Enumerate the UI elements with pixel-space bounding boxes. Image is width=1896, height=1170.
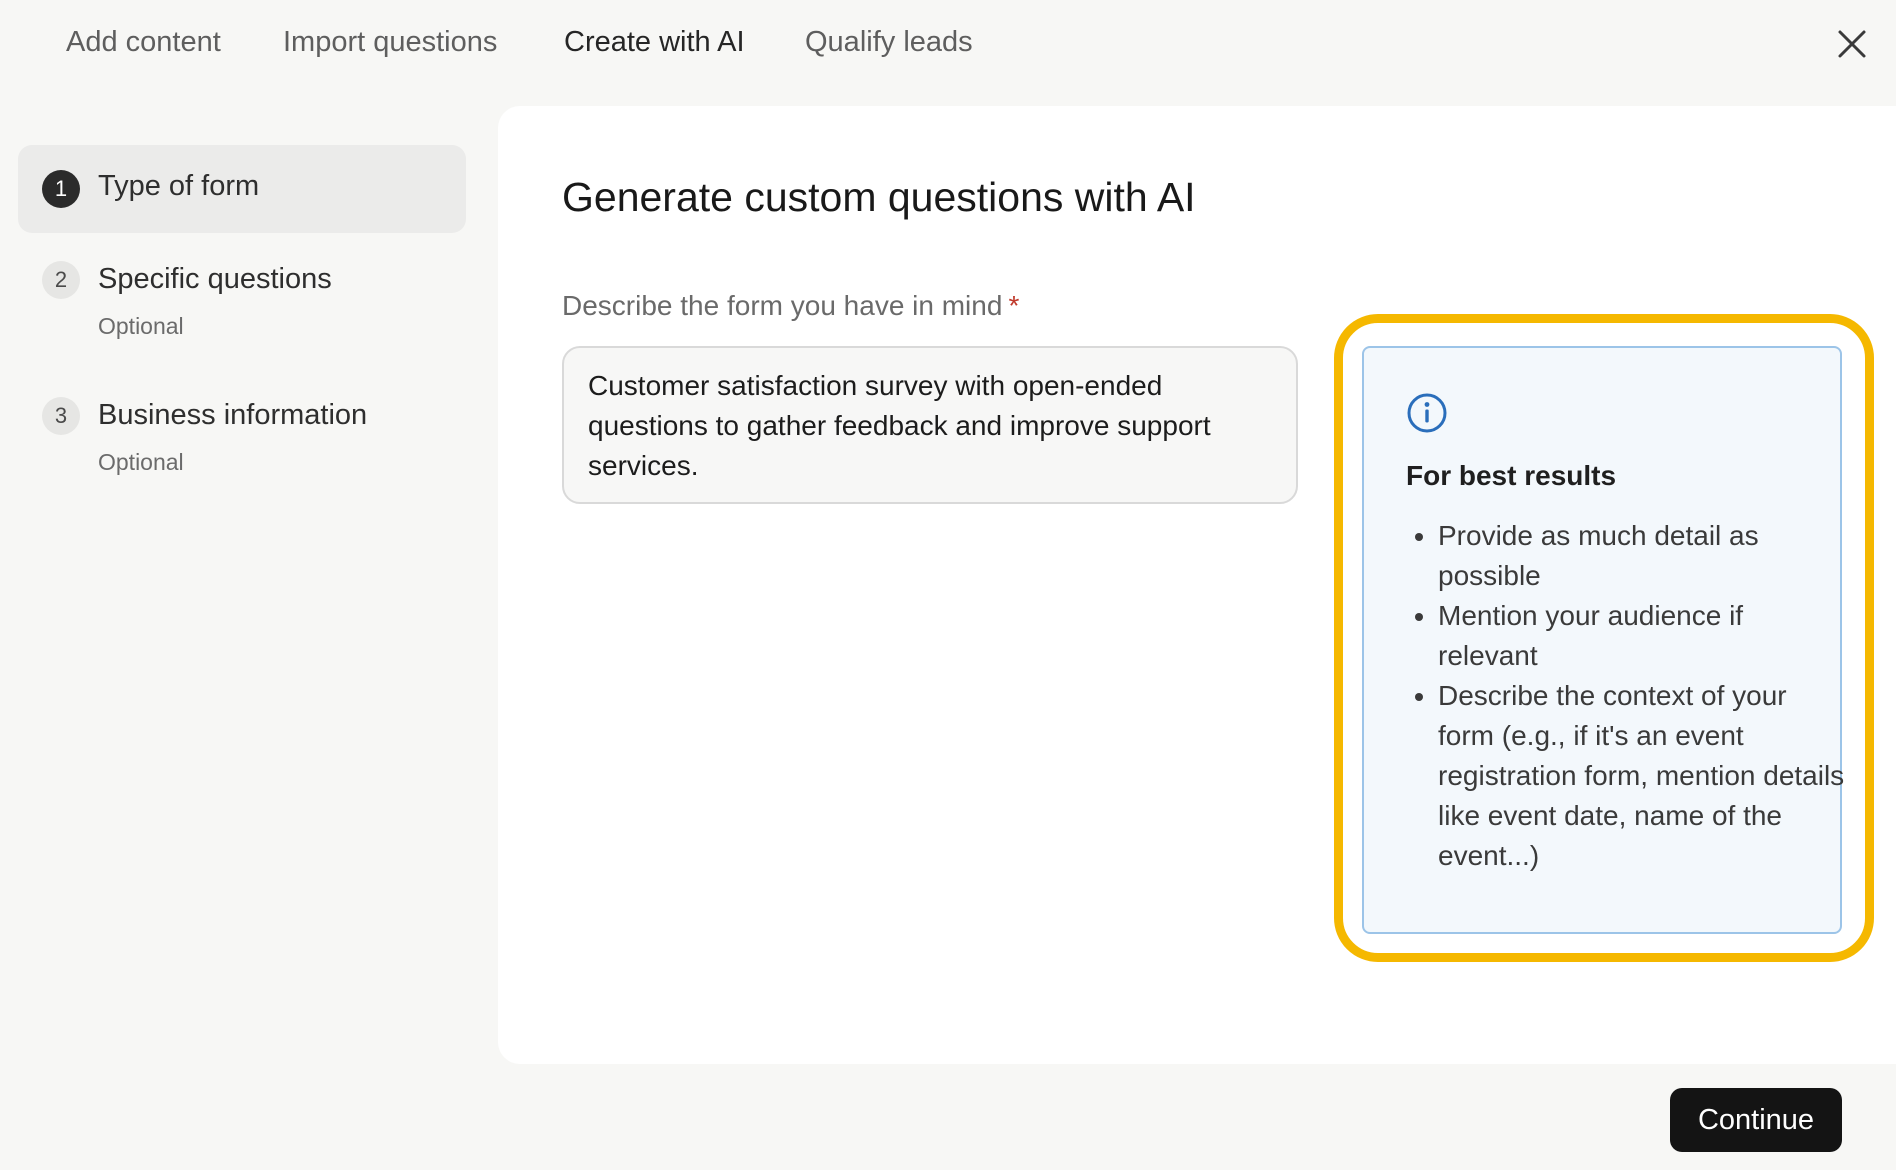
tip-item: Provide as much detail as possible (1438, 516, 1848, 596)
step-title: Type of form (98, 170, 260, 202)
step-number-badge: 1 (42, 170, 80, 208)
close-button[interactable] (1830, 22, 1874, 66)
form-description-textarea[interactable] (562, 346, 1298, 504)
tips-title: For best results (1406, 460, 1617, 491)
step-type-of-form[interactable]: 1 Type of form (18, 145, 466, 233)
tips-box: For best results Provide as much detail … (1362, 346, 1844, 934)
tip-item: Mention your audience if relevant (1438, 596, 1848, 676)
step-subtitle: Optional (98, 449, 184, 475)
step-title: Business information (98, 399, 368, 431)
tab-qualify-leads[interactable]: Qualify leads (805, 22, 973, 62)
step-title: Specific questions (98, 263, 332, 295)
step-number-badge: 2 (42, 261, 80, 299)
info-icon (1407, 393, 1447, 433)
continue-button[interactable]: Continue (1670, 1088, 1842, 1152)
tab-add-content[interactable]: Add content (66, 22, 221, 62)
tips-list: Provide as much detail as possible Menti… (1406, 516, 1848, 876)
tip-item: Describe the context of your form (e.g.,… (1438, 676, 1848, 876)
step-specific-questions[interactable]: 2 Specific questions Optional (18, 261, 466, 341)
step-number-badge: 3 (42, 397, 80, 435)
tab-import-questions[interactable]: Import questions (283, 22, 497, 62)
page-title: Generate custom questions with AI (562, 174, 1196, 220)
step-subtitle: Optional (98, 313, 184, 339)
step-business-information[interactable]: 3 Business information Optional (18, 397, 466, 477)
top-tab-bar: Add content Import questions Create with… (0, 0, 1896, 84)
description-label: Describe the form you have in mind * (562, 290, 1019, 322)
close-icon (1838, 30, 1866, 58)
required-marker: * (1008, 290, 1020, 321)
description-label-text: Describe the form you have in mind (562, 290, 1003, 321)
main-panel: Generate custom questions with AI Descri… (498, 106, 1896, 1064)
tab-create-with-ai[interactable]: Create with AI (564, 22, 745, 62)
